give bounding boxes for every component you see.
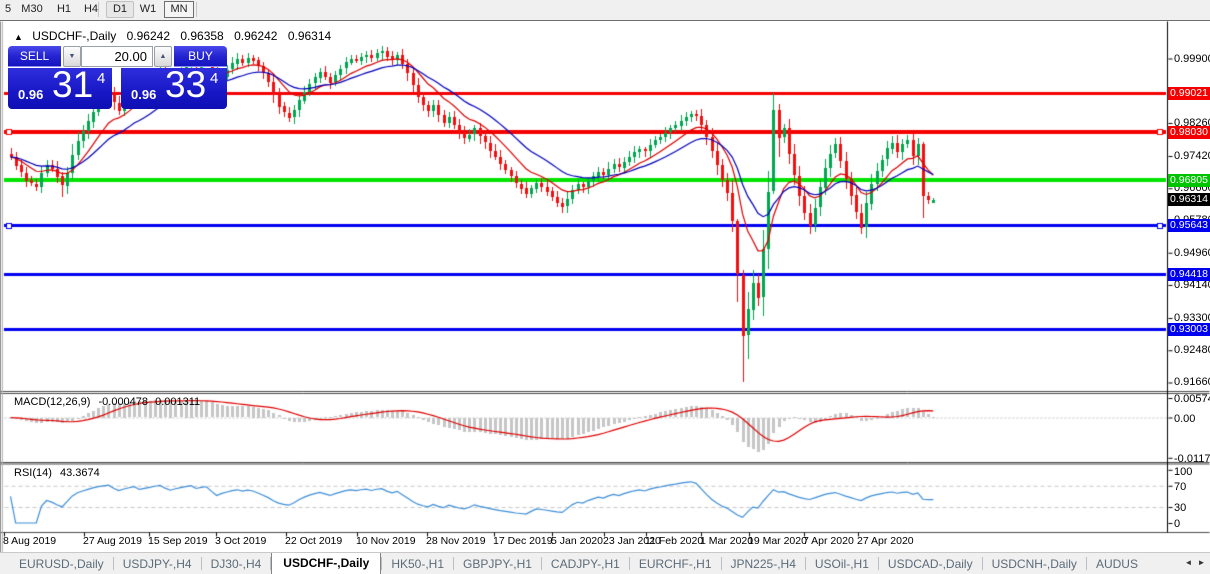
price-axis-tick-label: 0.91660 [1174,376,1210,388]
timeframe-button-mn[interactable]: MN [164,1,194,18]
date-axis-label: 27 Apr 2020 [857,535,914,547]
price-axis-tick-label: 0.99900 [1174,53,1210,65]
timeframe-button-m30[interactable]: M30 [16,2,48,17]
trading-platform: 5M30 H1H4D1W1MN ▲ USDCHF-,Daily 0.96242 0… [0,0,1210,574]
timeframe-button-w1[interactable]: W1 [135,2,161,17]
chart-tab-cadjpy[interactable]: CADJPY-,H1 [542,554,629,574]
rsi-axis-label: 0 [1174,518,1180,530]
price-axis-tick-label: 0.93300 [1174,312,1210,324]
symbol-title: USDCHF-,Daily [32,29,116,43]
sell-price-display[interactable]: 0.96 31 4 [8,68,112,109]
price-level-badge: 0.95643 [1168,219,1210,232]
chart-window: ▲ USDCHF-,Daily 0.96242 0.96358 0.96242 … [0,20,1210,552]
chart-tab-hk50[interactable]: HK50-,H1 [382,554,453,574]
chart-tab-usdjpy[interactable]: USDJPY-,H4 [114,554,201,574]
date-axis-label: 5 Jan 2020 [551,535,603,547]
tab-scroll-arrows: ◄ ► [1182,554,1208,572]
price-level-badge: 0.98030 [1168,126,1210,139]
date-axis-label: 11 Feb 2020 [645,535,703,547]
timeframe-button-5[interactable]: 5 [2,2,14,17]
sell-price-point: 4 [97,70,105,87]
timeframe-toolbar: 5M30 H1H4D1W1MN [0,0,1210,21]
buy-price-display[interactable]: 0.96 33 4 [121,68,227,109]
rsi-axis-label: 70 [1174,481,1186,493]
date-axis-label: 8 Aug 2019 [3,535,56,547]
chart-tab-usoil[interactable]: USOil-,H1 [806,554,878,574]
price-level-badge: 0.94418 [1168,268,1210,281]
date-axis-label: 3 Oct 2019 [215,535,266,547]
ohlc-close: 0.96314 [288,29,331,43]
chart-tab-gbpjpy[interactable]: GBPJPY-,H1 [454,554,541,574]
date-axis-label: 15 Sep 2019 [148,535,208,547]
price-axis-tick-label: 0.94960 [1174,247,1210,259]
date-axis-label: 7 Apr 2020 [803,535,854,547]
sell-price-pips: 31 [52,64,93,106]
timeframe-button-d1[interactable]: D1 [106,1,134,18]
date-axis-label: 19 Mar 2020 [748,535,807,547]
ohlc-high: 0.96358 [180,29,223,43]
date-axis-label: 1 Mar 2020 [700,535,753,547]
chart-tab-usdcad[interactable]: USDCAD-,Daily [879,554,982,574]
date-axis-label: 28 Nov 2019 [426,535,486,547]
price-level-badge: 0.93003 [1168,323,1210,336]
collapse-panel-icon[interactable]: ▲ [14,32,23,42]
sell-price-prefix: 0.96 [18,87,43,102]
buy-price-point: 4 [210,70,218,87]
timeframe-button-h1[interactable]: H1 [52,2,76,17]
one-click-trading-panel: SELL ▼ ▲ BUY 0.96 31 4 0.96 33 4 [8,46,227,109]
macd-axis-label: 0.00 [1174,413,1195,425]
chart-tab-audus[interactable]: AUDUS [1087,554,1147,574]
price-level-badge: 0.96805 [1168,174,1210,187]
ohlc-low: 0.96242 [234,29,277,43]
price-axis-tick-label: 0.94140 [1174,279,1210,291]
rsi-axis-label: 100 [1174,466,1192,478]
chart-tab-jpn225[interactable]: JPN225-,H4 [722,554,805,574]
price-axis-tick-label: 0.92480 [1174,344,1210,356]
date-axis-label: 22 Oct 2019 [285,535,342,547]
macd-axis-label: 0.005744 [1174,393,1210,405]
price-level-badge: 0.96314 [1168,193,1210,206]
toolbar-separator [98,2,99,17]
price-level-badge: 0.99021 [1168,87,1210,100]
macd-indicator-label: MACD(12,26,9) -0.000478 0.001311 [14,396,200,408]
tab-scroll-left-icon[interactable]: ◄ [1182,554,1195,572]
tab-scroll-right-icon[interactable]: ► [1195,554,1208,572]
chart-tab-eurchf[interactable]: EURCHF-,H1 [630,554,721,574]
rsi-indicator-label: RSI(14) 43.3674 [14,467,100,479]
date-axis-label: 10 Nov 2019 [356,535,416,547]
date-axis-label: 17 Dec 2019 [493,535,553,547]
buy-price-prefix: 0.96 [131,87,156,102]
rsi-axis-label: 30 [1174,502,1186,514]
macd-axis-label: -0.011738 [1174,453,1210,465]
timeframe-button-h4[interactable]: H4 [79,2,103,17]
chart-tab-eurusd[interactable]: EURUSD-,Daily [10,554,113,574]
date-axis-label: 27 Aug 2019 [83,535,142,547]
ohlc-open: 0.96242 [127,29,170,43]
chart-tab-dj30[interactable]: DJ30-,H4 [202,554,271,574]
toolbar-separator [196,2,197,17]
chart-tab-bar: EURUSD-,DailyUSDJPY-,H4DJ30-,H4USDCHF-,D… [0,552,1210,574]
chart-ohlc-header: ▲ USDCHF-,Daily 0.96242 0.96358 0.96242 … [14,29,331,43]
price-axis-tick-label: 0.97420 [1174,150,1210,162]
buy-price-pips: 33 [165,64,206,106]
chart-tab-usdchf[interactable]: USDCHF-,Daily [271,552,381,574]
chart-tab-usdcnh[interactable]: USDCNH-,Daily [983,554,1086,574]
